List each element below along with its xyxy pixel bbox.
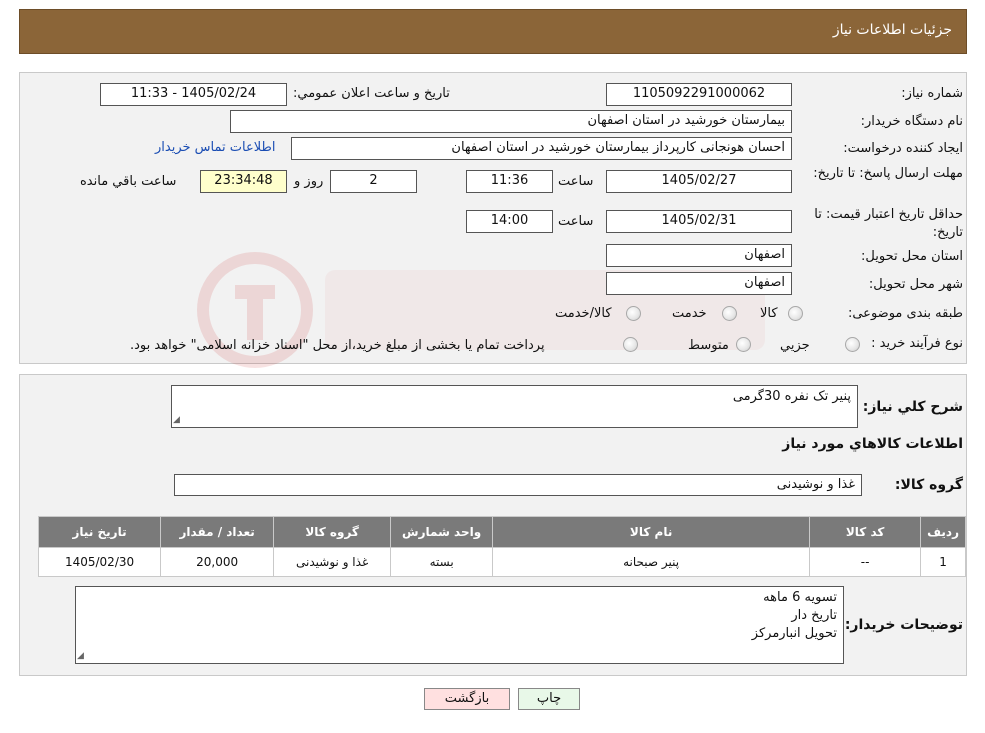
table-header-row: ردیف کد کالا نام کالا واحد شمارش گروه کا… xyxy=(37,516,966,548)
resize-handle-icon[interactable]: ◢ xyxy=(77,651,84,661)
category-option-goods-service: کالا/خدمت xyxy=(555,306,612,321)
reply-time-label: ساعت xyxy=(558,174,594,189)
buyer-contact-link[interactable]: اطلاعات تماس خریدار xyxy=(155,140,275,155)
cell-item-code: -- xyxy=(809,547,922,577)
buyer-notes-line: تحویل انبارمرکز xyxy=(751,626,837,641)
cell-need-date: 1405/02/30 xyxy=(37,547,162,577)
days-field: 2 xyxy=(330,170,417,193)
delivery-city-field: اصفهان xyxy=(606,272,792,295)
need-number-field: 1105092291000062 xyxy=(606,83,792,106)
price-validity-label: حداقل تاریخ اعتبار قیمت: تا تاریخ: xyxy=(814,207,963,240)
cell-quantity: 20,000 xyxy=(160,547,275,577)
buyer-org-field: بیمارستان خورشید در استان اصفهان xyxy=(230,110,792,133)
buyer-notes-line: تاریخ دار xyxy=(791,608,837,623)
remaining-label: ساعت باقي مانده xyxy=(80,174,177,189)
validity-time-field: 14:00 xyxy=(466,210,553,233)
col-need-date: تاریخ نیاز xyxy=(37,516,162,548)
cell-item-name: پنیر صبحانه xyxy=(492,547,811,577)
requester-field: احسان هونجانی کارپرداز بیمارستان خورشید … xyxy=(291,137,792,160)
purchase-radio-partial[interactable] xyxy=(845,337,860,352)
page-title: جزئیات اطلاعات نیاز xyxy=(832,22,952,38)
col-unit: واحد شمارش xyxy=(390,516,494,548)
category-label: طبقه بندی موضوعی: xyxy=(847,306,963,321)
col-quantity: تعداد / مقدار xyxy=(160,516,275,548)
announce-datetime-label: تاریخ و ساعت اعلان عمومي: xyxy=(293,86,450,101)
goods-group-field: غذا و نوشیدنی xyxy=(174,474,862,496)
delivery-province-field: اصفهان xyxy=(606,244,792,267)
col-item-code: کد کالا xyxy=(809,516,922,548)
buyer-notes-textarea[interactable]: تسویه 6 ماهه تاریخ دار تحویل انبارمرکز xyxy=(75,586,844,664)
cell-row-number: 1 xyxy=(920,547,966,577)
goods-group-label: گروه کالا: xyxy=(894,477,963,493)
page-header: جزئیات اطلاعات نیاز xyxy=(19,9,967,54)
purchase-note: پرداخت تمام یا بخشی از مبلغ خرید،از محل … xyxy=(130,338,545,353)
description-label: شرح کلي نیاز: xyxy=(862,399,963,415)
buyer-notes-line: تسویه 6 ماهه xyxy=(763,590,837,605)
reply-time-field: 11:36 xyxy=(466,170,553,193)
reply-date-field: 1405/02/27 xyxy=(606,170,792,193)
back-button[interactable]: بازگشت xyxy=(424,688,510,710)
buyer-org-label: نام دستگاه خریدار: xyxy=(860,114,963,129)
reply-deadline-label: مهلت ارسال پاسخ: تا تاریخ: xyxy=(813,166,963,181)
purchase-type-label: نوع فرآیند خرید : xyxy=(871,336,963,351)
category-radio-goods-service[interactable] xyxy=(626,306,641,321)
announce-datetime-field: 1405/02/24 - 11:33 xyxy=(100,83,287,106)
delivery-province-label: استان محل تحویل: xyxy=(861,249,963,264)
purchase-option-medium: متوسط xyxy=(688,338,729,353)
category-radio-goods[interactable] xyxy=(788,306,803,321)
days-and-label: روز و xyxy=(294,174,324,189)
resize-handle-icon[interactable]: ◢ xyxy=(173,415,180,425)
category-option-service: خدمت xyxy=(672,306,707,321)
category-option-goods: کالا xyxy=(760,306,778,321)
category-radio-service[interactable] xyxy=(722,306,737,321)
goods-info-heading: اطلاعات کالاهاي مورد نیاز xyxy=(782,436,963,452)
table-row: 1 -- پنیر صبحانه بسته غذا و نوشیدنی 20,0… xyxy=(37,547,966,577)
purchase-radio-treasury[interactable] xyxy=(623,337,638,352)
validity-time-label: ساعت xyxy=(558,214,594,229)
delivery-city-label: شهر محل تحویل: xyxy=(868,277,963,292)
purchase-radio-medium[interactable] xyxy=(736,337,751,352)
validity-date-field: 1405/02/31 xyxy=(606,210,792,233)
col-item-group: گروه کالا xyxy=(273,516,392,548)
print-button[interactable]: چاپ xyxy=(518,688,580,710)
purchase-option-partial: جزیي xyxy=(780,338,810,353)
cell-unit: بسته xyxy=(390,547,494,577)
need-number-label: شماره نیاز: xyxy=(901,86,963,101)
items-table: ردیف کد کالا نام کالا واحد شمارش گروه کا… xyxy=(37,516,966,577)
requester-label: ایجاد کننده درخواست: xyxy=(843,141,963,156)
description-textarea[interactable]: پنیر تک نفره 30گرمی xyxy=(171,385,858,428)
cell-item-group: غذا و نوشیدنی xyxy=(273,547,392,577)
col-row-number: ردیف xyxy=(920,516,966,548)
remaining-time-field: 23:34:48 xyxy=(200,170,287,193)
buyer-notes-label: توضیحات خریدار: xyxy=(844,617,963,633)
col-item-name: نام کالا xyxy=(492,516,811,548)
